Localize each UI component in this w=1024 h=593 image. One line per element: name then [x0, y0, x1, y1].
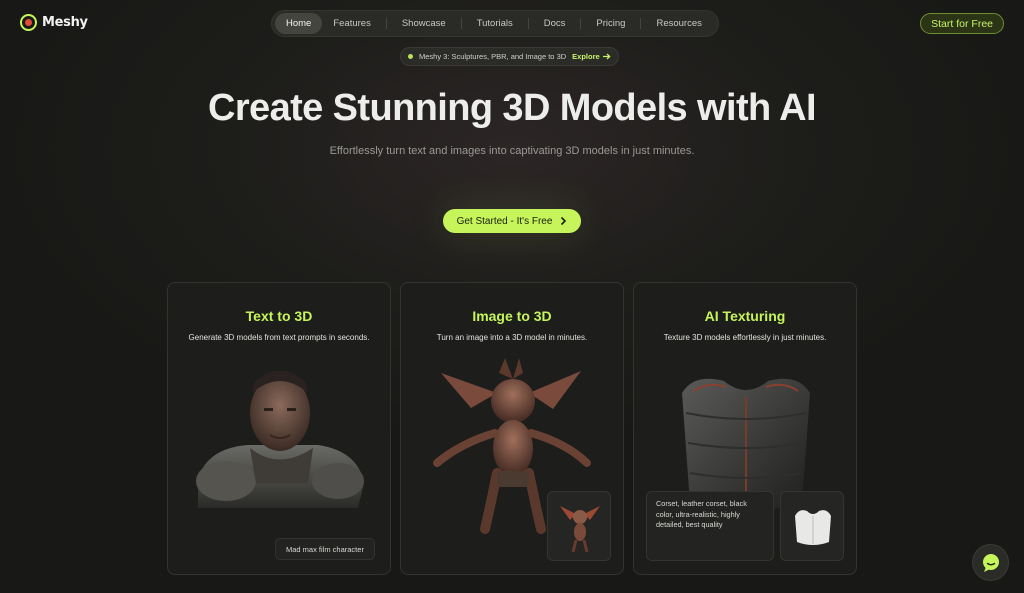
explore-link[interactable]: Explore — [572, 52, 611, 61]
nav-divider — [527, 18, 529, 29]
nav-item-tutorials[interactable]: Tutorials — [466, 13, 524, 34]
prompt-caption: Mad max film character — [275, 538, 375, 560]
nav-item-resources[interactable]: Resources — [645, 13, 712, 34]
card-title: Image to 3D — [472, 308, 552, 324]
feature-card-text-to-3d[interactable]: Text to 3D Generate 3D models from text … — [167, 282, 391, 575]
nav-item-features[interactable]: Features — [322, 13, 382, 34]
status-dot-icon — [408, 54, 413, 59]
nav-item-showcase[interactable]: Showcase — [391, 13, 457, 34]
white-corset-image — [795, 510, 831, 545]
nav-divider — [460, 18, 462, 29]
chat-button[interactable] — [972, 544, 1009, 581]
main-nav: Home Features Showcase Tutorials Docs Pr… — [271, 10, 719, 37]
chat-bubble-icon — [982, 553, 999, 572]
start-for-free-button[interactable]: Start for Free — [920, 13, 1004, 34]
chevron-right-icon — [561, 216, 567, 226]
nav-divider — [580, 18, 582, 29]
nav-divider — [640, 18, 642, 29]
feature-card-image-to-3d[interactable]: Image to 3D Turn an image into a 3D mode… — [400, 282, 624, 575]
card-title: AI Texturing — [704, 308, 786, 324]
explore-label: Explore — [572, 52, 600, 61]
card-description: Generate 3D models from text prompts in … — [188, 333, 370, 342]
card-description: Turn an image into a 3D model in minutes… — [436, 333, 588, 342]
nav-divider — [385, 18, 387, 29]
announcement-pill[interactable]: Meshy 3: Sculptures, PBR, and Image to 3… — [400, 47, 619, 66]
announcement-text: Meshy 3: Sculptures, PBR, and Image to 3… — [419, 52, 567, 61]
nav-item-pricing[interactable]: Pricing — [585, 13, 636, 34]
feature-card-ai-texturing[interactable]: AI Texturing Texture 3D models effortles… — [633, 282, 857, 575]
texture-prompt-box: Corset, leather corset, black color, ult… — [646, 491, 774, 561]
arrow-right-icon — [602, 53, 611, 60]
brand-logo[interactable]: Meshy — [20, 14, 88, 31]
nav-item-home[interactable]: Home — [275, 13, 323, 34]
hero-title: Create Stunning 3D Models with AI — [208, 87, 817, 129]
nav-item-docs[interactable]: Docs — [533, 13, 577, 34]
untextured-model-thumbnail — [780, 491, 844, 561]
brand-name: Meshy — [42, 15, 88, 30]
source-image-thumbnail — [547, 491, 611, 561]
card-description: Texture 3D models effortlessly in just m… — [663, 333, 827, 342]
hero-subtitle: Effortlessly turn text and images into c… — [329, 145, 695, 157]
goblin-thumbnail-image — [560, 506, 600, 553]
meshy-logo-icon — [20, 14, 37, 31]
get-started-label: Get Started - It's Free — [456, 215, 553, 227]
card-title: Text to 3D — [245, 308, 313, 324]
get-started-button[interactable]: Get Started - It's Free — [443, 209, 581, 233]
